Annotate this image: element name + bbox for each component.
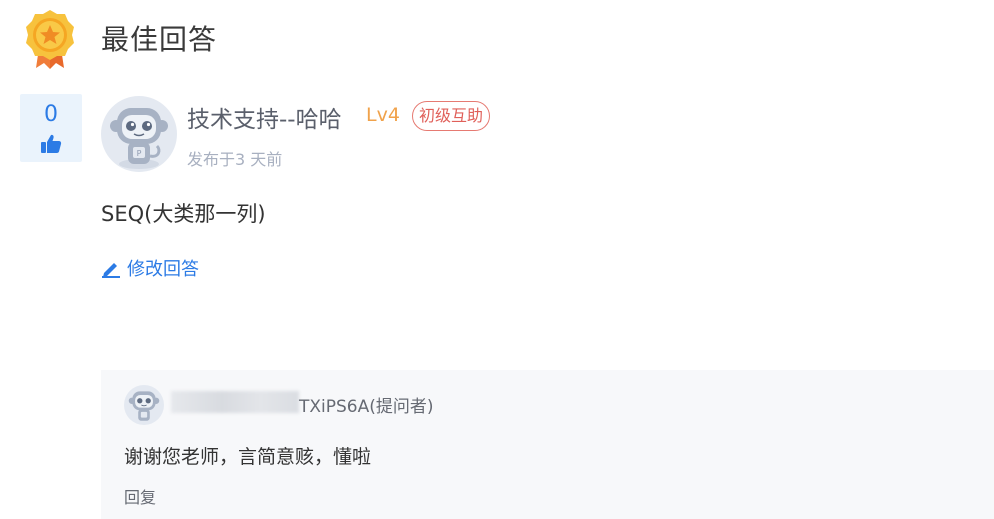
- author-avatar[interactable]: P: [101, 96, 177, 172]
- post-timestamp: 发布于3 天前: [187, 150, 283, 169]
- vote-count: 0: [44, 102, 58, 127]
- redacted-username: [171, 391, 299, 413]
- answer-content: SEQ(大类那一列): [101, 202, 266, 226]
- upvote-button[interactable]: 0: [20, 94, 82, 162]
- medal-icon: [26, 10, 74, 69]
- thumbs-up-icon: [41, 134, 62, 153]
- comment-panel: TXiPS6A(提问者) 谢谢您老师，言简意赅，懂啦 回复: [101, 370, 994, 519]
- edit-answer-link[interactable]: 修改回答: [101, 255, 199, 281]
- pencil-icon: [102, 263, 120, 278]
- role-badge: 初级互助: [412, 101, 491, 131]
- page-title: 最佳回答: [101, 23, 218, 56]
- level-badge: Lv4: [366, 104, 400, 126]
- author-name[interactable]: 技术支持--哈哈: [187, 100, 342, 134]
- commenter-name[interactable]: TXiPS6A(提问者): [299, 392, 434, 417]
- best-answer-page: 最佳回答 0 P 技术支持--哈哈 Lv4 初级互助 发布于3 天前 SEQ(大…: [0, 0, 994, 519]
- comment-text: 谢谢您老师，言简意赅，懂啦: [124, 446, 372, 468]
- commenter-avatar[interactable]: [124, 385, 164, 425]
- edit-answer-label: 修改回答: [127, 259, 199, 280]
- svg-text:P: P: [137, 149, 142, 158]
- reply-button[interactable]: 回复: [124, 484, 156, 508]
